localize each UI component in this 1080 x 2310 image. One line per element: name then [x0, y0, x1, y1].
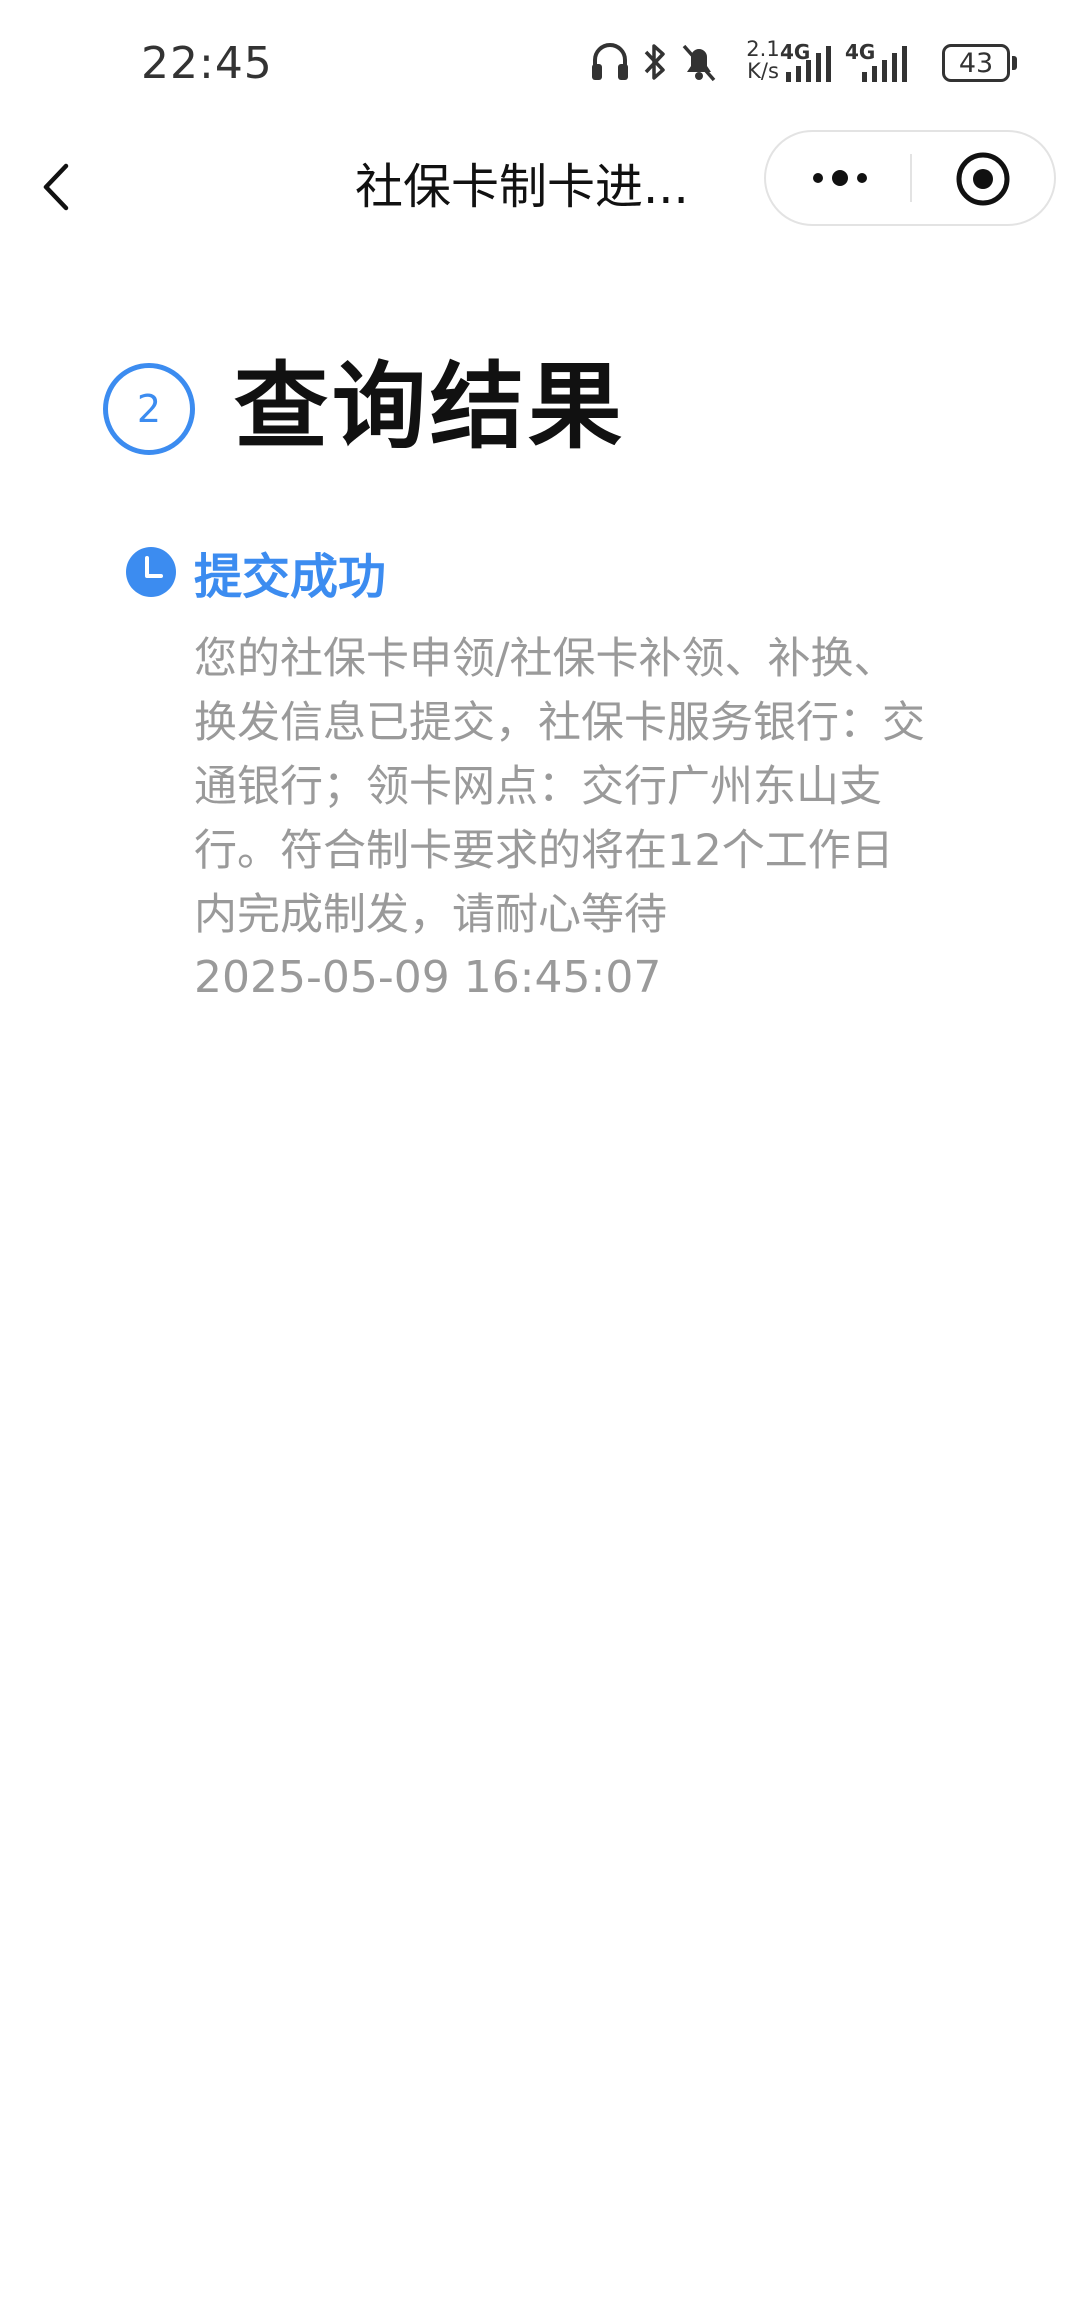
capsule-divider [910, 154, 912, 202]
status-bar: 22:45 2.1 K/s 4G 4G 43 [0, 0, 1080, 130]
status-label: 提交成功 [194, 549, 387, 605]
more-dots-icon[interactable] [808, 156, 872, 200]
status-time: 22:45 [141, 38, 273, 89]
headphones-icon [592, 43, 628, 80]
signal-1-icon [786, 46, 831, 82]
clock-icon [126, 547, 176, 597]
nav-bar: 社保卡制卡进... [0, 130, 1080, 250]
status-timestamp: 2025-05-09 16:45:07 [194, 952, 662, 1003]
bluetooth-icon [644, 44, 665, 80]
mini-program-capsule [764, 130, 1056, 226]
status-description: 您的社保卡申领/社保卡补领、补换、换发信息已提交，社保卡服务银行：交通银行；领卡… [194, 634, 925, 940]
step-title: 查询结果 [234, 353, 627, 462]
battery-tip [1012, 56, 1017, 70]
battery-indicator: 43 [942, 44, 1010, 82]
back-arrow-icon[interactable] [38, 152, 78, 222]
mini-program-close-icon[interactable] [954, 150, 1012, 208]
signal-2-icon [862, 46, 907, 82]
step-number-badge: 2 [103, 363, 195, 455]
page-title: 社保卡制卡进... [355, 159, 689, 215]
mute-bell-icon [682, 44, 716, 82]
